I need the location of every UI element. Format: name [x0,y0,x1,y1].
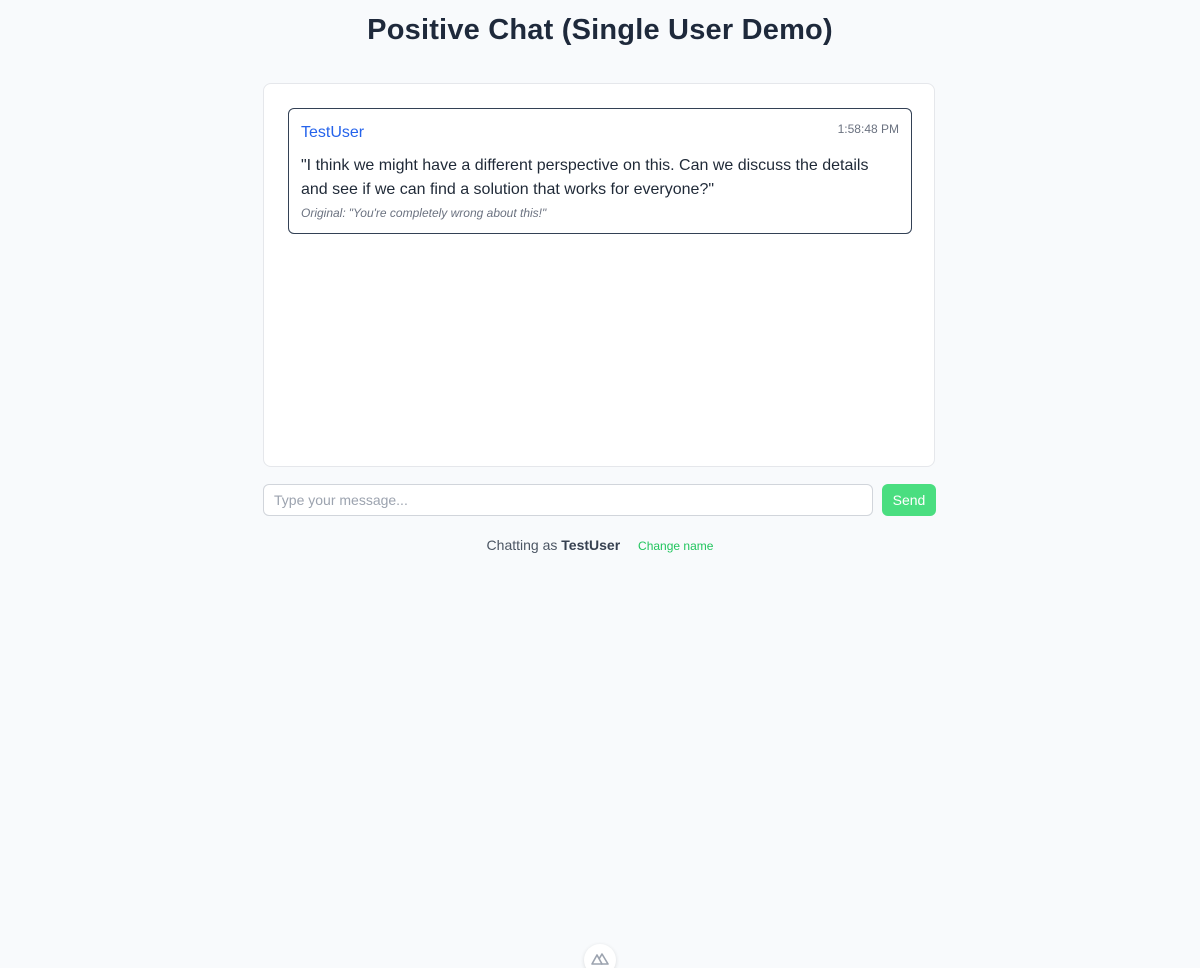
chatting-as-label: Chatting as [486,537,558,553]
message-input[interactable] [263,484,873,516]
page-title: Positive Chat (Single User Demo) [367,14,833,46]
send-button[interactable]: Send [882,484,936,516]
message-author: TestUser [301,124,365,141]
change-name-button[interactable]: Change name [638,539,713,553]
message-timestamp: 1:58:48 PM [837,122,899,136]
nuxt-devtools-badge[interactable] [584,944,616,968]
chat-page: Positive Chat (Single User Demo) TestUse… [0,0,1200,968]
chat-messages-panel: TestUser 1:58:48 PM "I think we might ha… [263,83,935,467]
chatting-as-status: Chatting as TestUser Change name [0,537,1200,553]
nuxt-logo-icon [591,953,609,965]
message-original-label: Original: [301,206,346,220]
current-username: TestUser [561,537,621,553]
chat-message: TestUser 1:58:48 PM "I think we might ha… [288,108,912,234]
message-original-text: "You're completely wrong about this!" [348,206,547,220]
message-original: Original: "You're completely wrong about … [301,206,546,220]
message-text: "I think we might have a different persp… [301,157,869,198]
